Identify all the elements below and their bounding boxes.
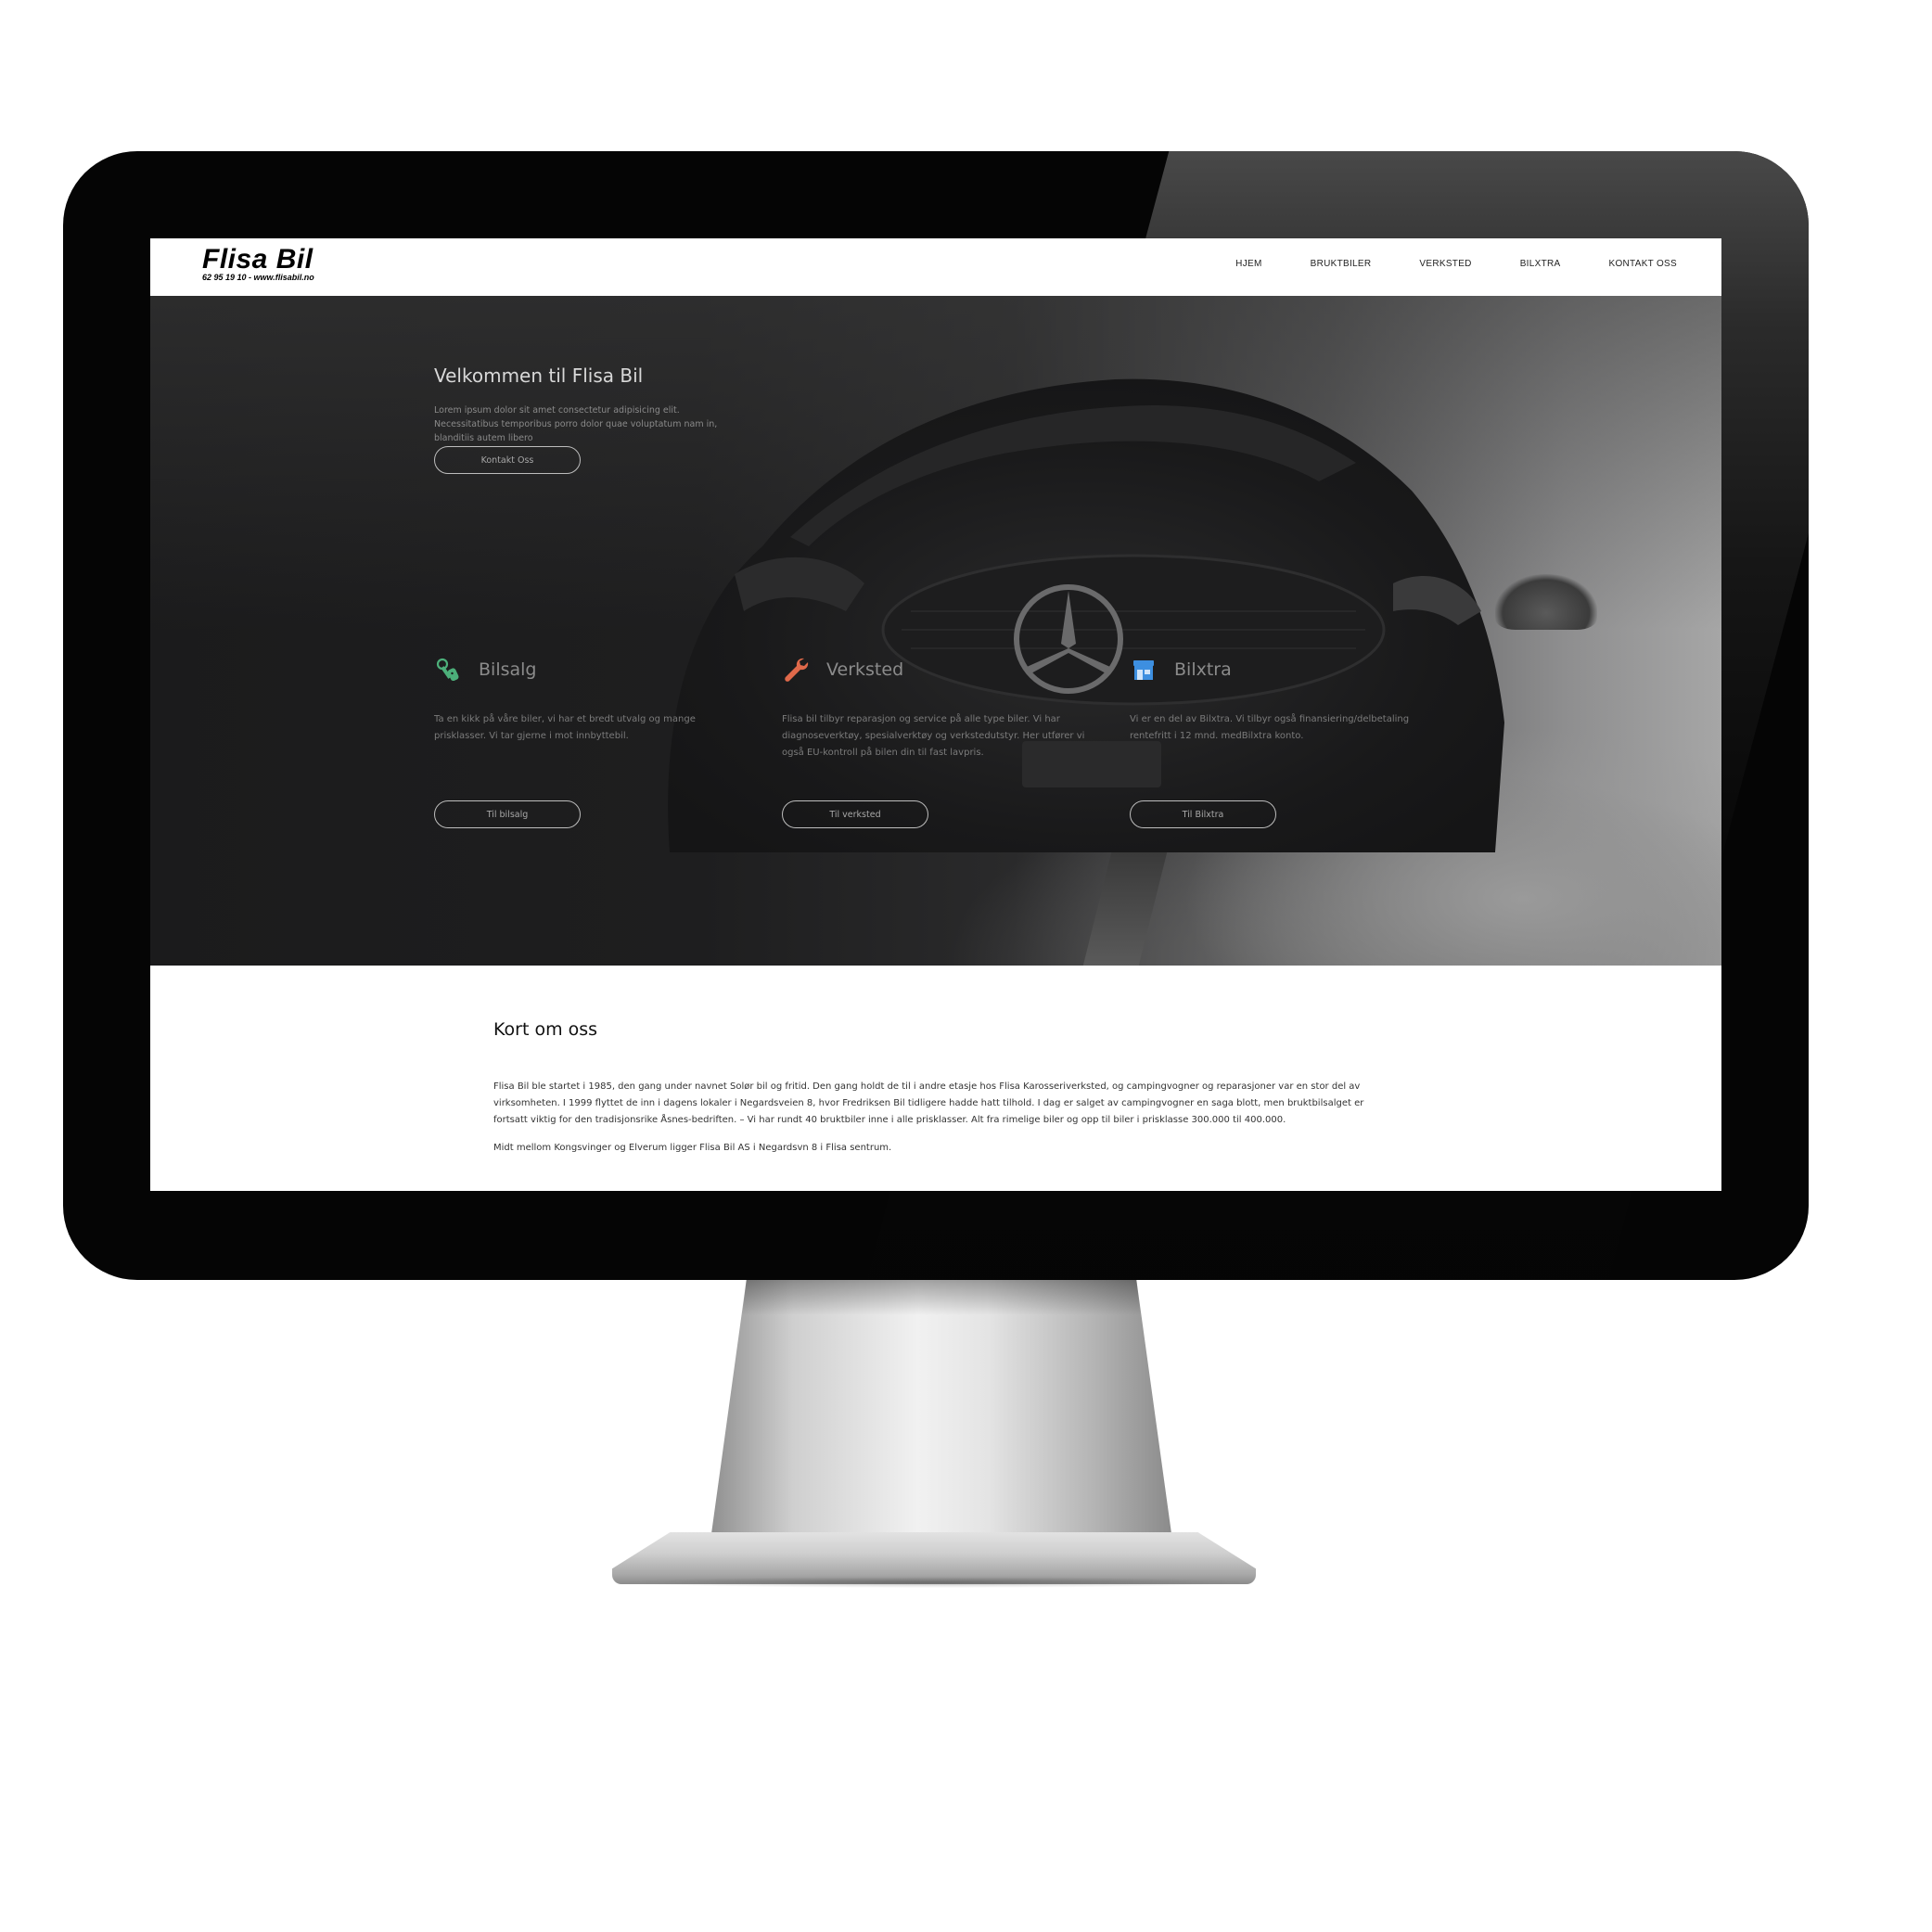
logo-subtitle: 62 95 19 10 - www.flisabil.no <box>202 273 314 282</box>
hero-section: Velkommen til Flisa Bil Lorem ipsum dolo… <box>150 296 1721 966</box>
contact-button[interactable]: Kontakt Oss <box>434 446 581 474</box>
nav-item-bilxtra[interactable]: BILXTRA <box>1520 259 1561 269</box>
feature-text: Vi er en del av Bilxtra. Vi tilbyr også … <box>1130 714 1410 741</box>
monitor-mockup: Flisa Bil 62 95 19 10 - www.flisabil.no … <box>0 0 1932 1932</box>
about-location: Midt mellom Kongsvinger og Elverum ligge… <box>493 1143 892 1153</box>
feature-title: Bilxtra <box>1174 659 1232 680</box>
feature-bilsalg: Bilsalg Ta en kikk på våre biler, vi har… <box>434 656 731 745</box>
feature-title: Bilsalg <box>479 659 537 680</box>
about-section: Kort om oss Flisa Bil ble startet i 1985… <box>150 966 1721 1191</box>
nav-item-verksted[interactable]: VERKSTED <box>1419 259 1471 269</box>
car-keys-icon <box>436 658 459 682</box>
main-nav: HJEM BRUKTBILER VERKSTED BILXTRA KONTAKT… <box>1187 259 1677 269</box>
monitor-base-shadow <box>612 1577 1256 1588</box>
hero-lead: Lorem ipsum dolor sit amet consectetur a… <box>434 405 718 443</box>
wrench-icon <box>785 658 809 682</box>
hero-title: Velkommen til Flisa Bil <box>434 365 644 387</box>
feature-text: Ta en kikk på våre biler, vi har et bred… <box>434 714 696 741</box>
bilxtra-button[interactable]: Til Bilxtra <box>1130 800 1276 828</box>
nav-item-hjem[interactable]: HJEM <box>1235 259 1261 269</box>
logo[interactable]: Flisa Bil 62 95 19 10 - www.flisabil.no <box>202 244 314 283</box>
feature-bilxtra: Bilxtra Vi er en del av Bilxtra. Vi tilb… <box>1130 656 1427 745</box>
monitor-stand-shadow <box>742 1278 1141 1315</box>
store-icon <box>1133 660 1154 680</box>
about-paragraph: Flisa Bil ble startet i 1985, den gang u… <box>493 1081 1364 1125</box>
nav-item-bruktbiler[interactable]: BRUKTBILER <box>1311 259 1372 269</box>
feature-header: Bilxtra <box>1130 656 1427 684</box>
feature-verksted: Verksted Flisa bil tilbyr reparasjon og … <box>782 656 1084 761</box>
nav-item-kontakt-oss[interactable]: KONTAKT OSS <box>1608 259 1677 269</box>
verksted-button[interactable]: Til verksted <box>782 800 928 828</box>
site-header: Flisa Bil 62 95 19 10 - www.flisabil.no … <box>150 238 1721 296</box>
feature-header: Verksted <box>782 656 1079 684</box>
feature-header: Bilsalg <box>434 656 731 684</box>
feature-text: Flisa bil tilbyr reparasjon og service p… <box>782 714 1085 758</box>
feature-title: Verksted <box>826 659 904 680</box>
bilsalg-button[interactable]: Til bilsalg <box>434 800 581 828</box>
logo-name: Flisa Bil <box>202 244 313 275</box>
about-title: Kort om oss <box>493 1019 598 1040</box>
monitor-stand-neck <box>710 1278 1173 1547</box>
hero-content: Velkommen til Flisa Bil Lorem ipsum dolo… <box>434 296 1547 966</box>
website-screen: Flisa Bil 62 95 19 10 - www.flisabil.no … <box>150 238 1721 1191</box>
